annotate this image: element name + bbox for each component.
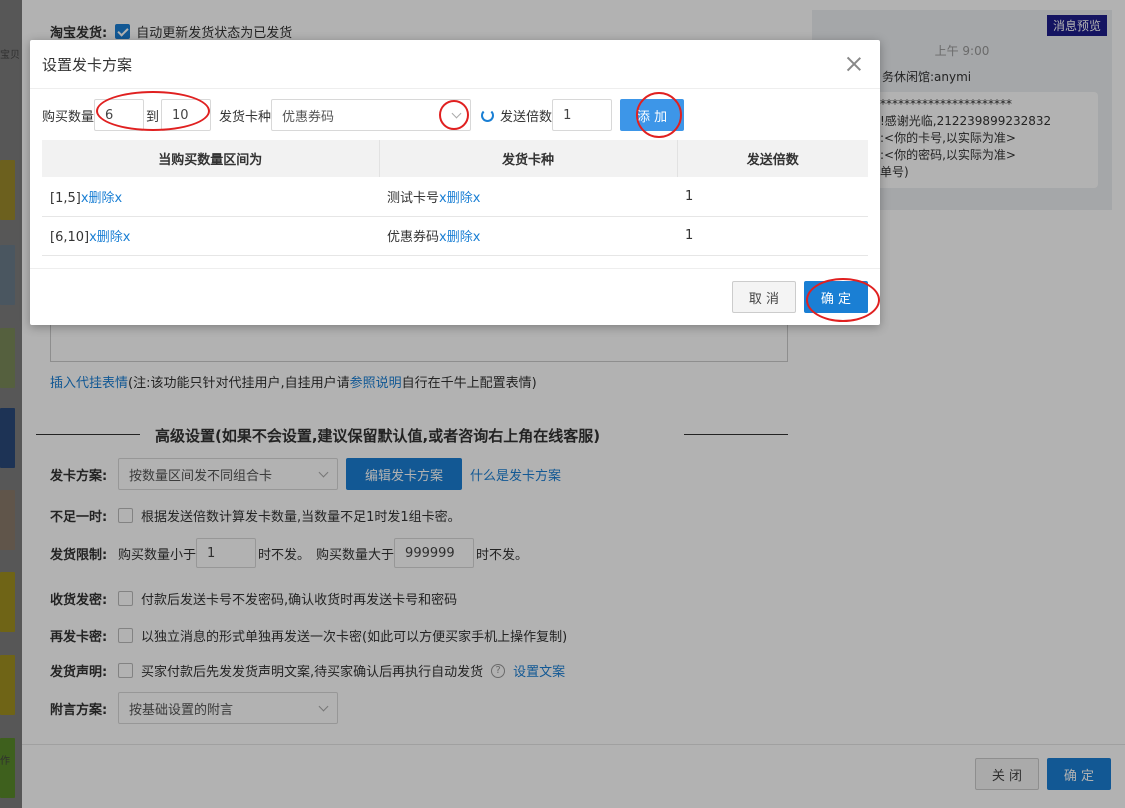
column-header: 发货卡种	[379, 140, 678, 177]
card-value: 测试卡号	[387, 190, 440, 206]
refresh-icon[interactable]	[481, 108, 495, 122]
annotation-ring	[806, 278, 880, 322]
range-cell: [6,10]x删除x	[42, 216, 379, 256]
annotation-ring	[636, 92, 682, 138]
dialog-title: 设置发卡方案	[42, 56, 133, 74]
card-type-label: 发货卡种	[219, 109, 272, 125]
multiplier-input[interactable]: 1	[552, 99, 613, 131]
cancel-button[interactable]: 取 消	[732, 281, 796, 313]
card-delete-link[interactable]: x删除x	[439, 191, 480, 206]
dialog-header-divider	[30, 88, 880, 89]
table-row: [6,10]x删除x 优惠券码x删除x 1	[42, 216, 868, 256]
range-value: [6,10]	[50, 230, 90, 245]
multiplier-cell: 1	[677, 177, 868, 217]
annotation-ring	[96, 91, 210, 131]
range-cell: [1,5]x删除x	[42, 177, 379, 217]
multiplier-cell: 1	[677, 216, 868, 256]
dialog-footer-divider	[30, 268, 880, 269]
table-header-row: 当购买数量区间为 发货卡种 发送倍数	[42, 140, 868, 177]
column-header: 当购买数量区间为	[42, 140, 380, 177]
table-row: [1,5]x删除x 测试卡号x删除x 1	[42, 177, 868, 217]
card-delete-link[interactable]: x删除x	[439, 230, 480, 245]
qty-label: 购买数量	[42, 109, 95, 125]
range-delete-link[interactable]: x删除x	[89, 230, 130, 245]
multiplier-label: 发送倍数	[500, 109, 553, 125]
close-icon[interactable]	[846, 56, 862, 72]
card-cell: 测试卡号x删除x	[379, 177, 677, 217]
card-cell: 优惠券码x删除x	[379, 216, 677, 256]
card-type-select-value: 优惠券码	[282, 109, 335, 125]
range-value: [1,5]	[50, 190, 81, 206]
range-delete-link[interactable]: x删除x	[81, 191, 122, 206]
annotation-ring	[439, 100, 469, 130]
card-value: 优惠券码	[387, 230, 440, 245]
rules-table: 当购买数量区间为 发货卡种 发送倍数 [1,5]x删除x 测试卡号x删除x 1 …	[42, 140, 868, 256]
card-plan-dialog: 设置发卡方案 购买数量 6 到 10 发货卡种 优惠券码 发送倍数 1 添 加 …	[30, 40, 880, 325]
column-header: 发送倍数	[677, 140, 868, 177]
